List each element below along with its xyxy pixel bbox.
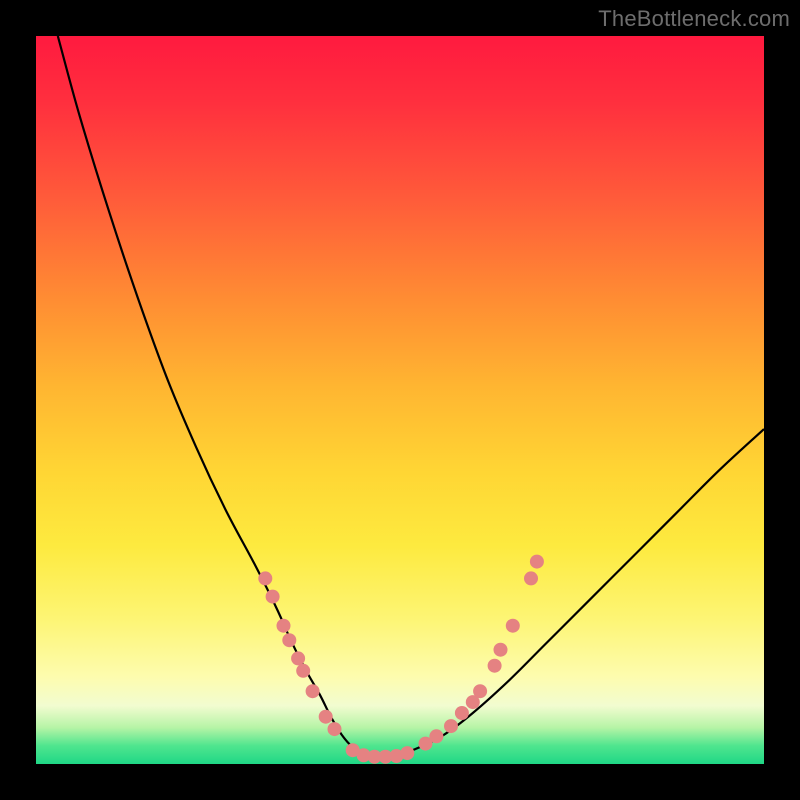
data-point xyxy=(282,633,296,647)
data-point xyxy=(400,746,414,760)
data-point xyxy=(277,619,291,633)
chart-svg xyxy=(36,36,764,764)
data-point xyxy=(319,710,333,724)
data-point xyxy=(291,651,305,665)
watermark-text: TheBottleneck.com xyxy=(598,6,790,32)
data-point xyxy=(444,719,458,733)
data-point xyxy=(494,643,508,657)
data-point xyxy=(473,684,487,698)
data-point xyxy=(488,659,502,673)
data-point xyxy=(258,571,272,585)
plot-area xyxy=(36,36,764,764)
data-point xyxy=(524,571,538,585)
data-point xyxy=(530,555,544,569)
data-point xyxy=(429,729,443,743)
highlight-points xyxy=(258,555,544,764)
data-point xyxy=(296,664,310,678)
bottleneck-curve xyxy=(58,36,764,757)
data-point xyxy=(506,619,520,633)
chart-frame: TheBottleneck.com xyxy=(0,0,800,800)
data-point xyxy=(328,722,342,736)
data-point xyxy=(455,706,469,720)
data-point xyxy=(266,590,280,604)
data-point xyxy=(306,684,320,698)
